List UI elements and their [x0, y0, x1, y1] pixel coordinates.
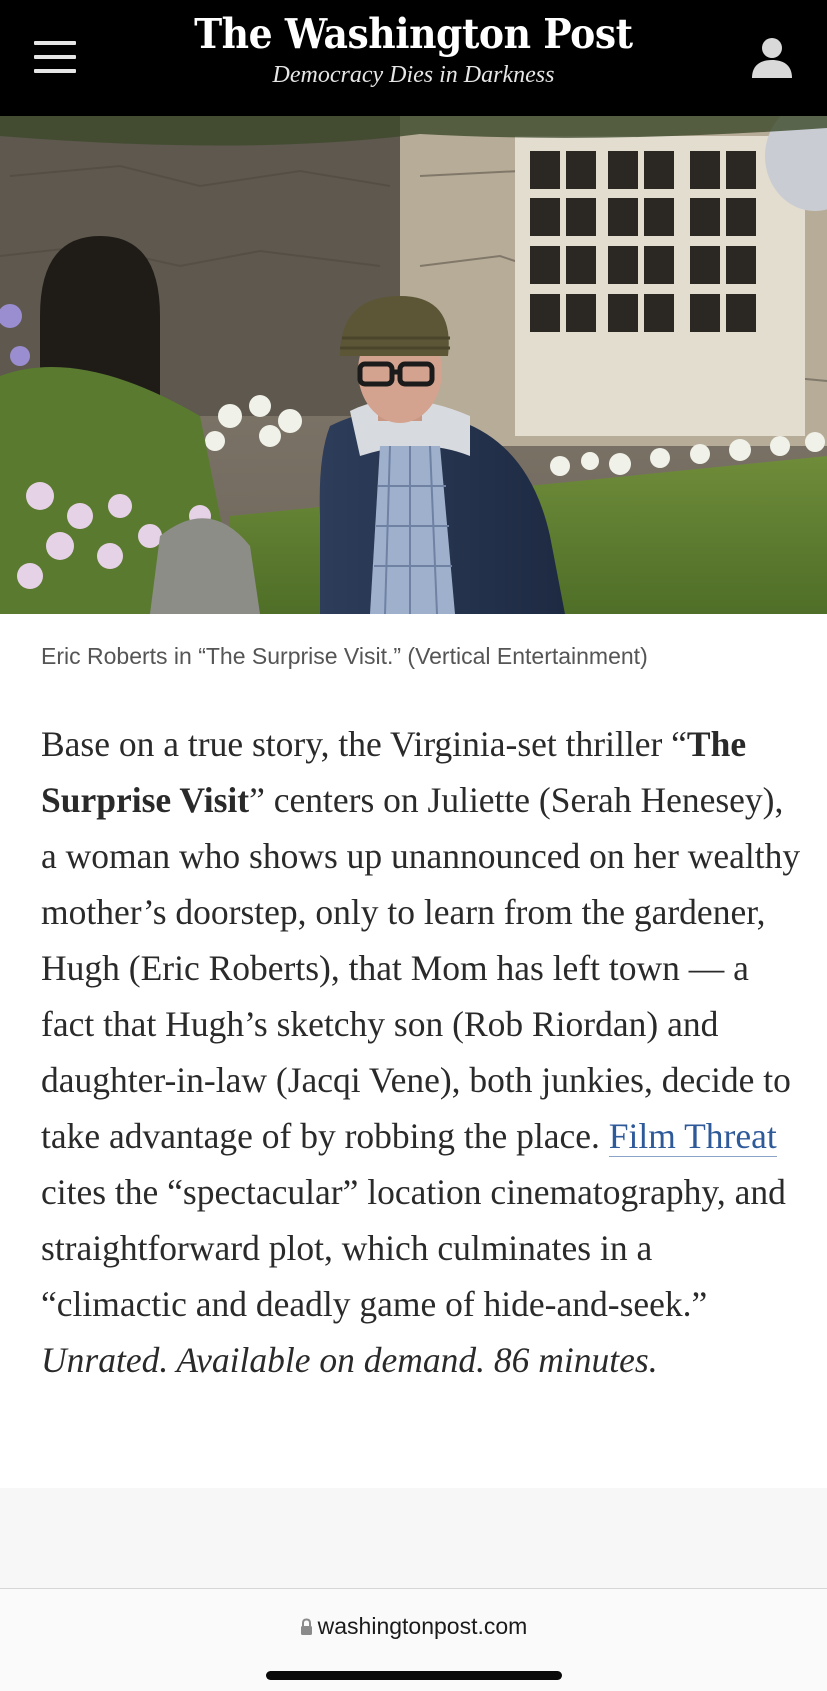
site-header: The Washington Post Democracy Dies in Da… — [0, 0, 827, 116]
film-threat-link[interactable]: Film Threat — [608, 1116, 777, 1157]
site-tagline: Democracy Dies in Darkness — [272, 62, 555, 88]
article-text-intro: Base on a true story, the Virginia-set t… — [41, 724, 687, 764]
article-photo — [0, 116, 827, 614]
ad-slot — [0, 1488, 827, 1588]
movie-details: Unrated. Available on demand. 86 minutes… — [41, 1340, 658, 1380]
url-text: washingtonpost.com — [317, 1613, 528, 1639]
lock-icon — [300, 1615, 313, 1635]
home-indicator[interactable] — [266, 1671, 562, 1680]
url-display[interactable]: washingtonpost.com — [0, 1613, 827, 1640]
article-paragraph: Base on a true story, the Virginia-set t… — [41, 716, 801, 1388]
user-account-icon[interactable] — [748, 34, 796, 82]
site-logo[interactable]: The Washington Post — [194, 6, 633, 62]
browser-address-bar[interactable]: washingtonpost.com — [0, 1588, 827, 1691]
photo-caption: Eric Roberts in “The Surprise Visit.” (V… — [41, 643, 648, 669]
article-text-body-1: ” centers on Juliette (Serah Henesey), a… — [41, 780, 801, 1156]
article-text-body-2: cites the “spectacular” location cinemat… — [41, 1172, 786, 1324]
article-body: Base on a true story, the Virginia-set t… — [41, 716, 801, 1388]
masthead: The Washington Post Democracy Dies in Da… — [0, 6, 827, 88]
